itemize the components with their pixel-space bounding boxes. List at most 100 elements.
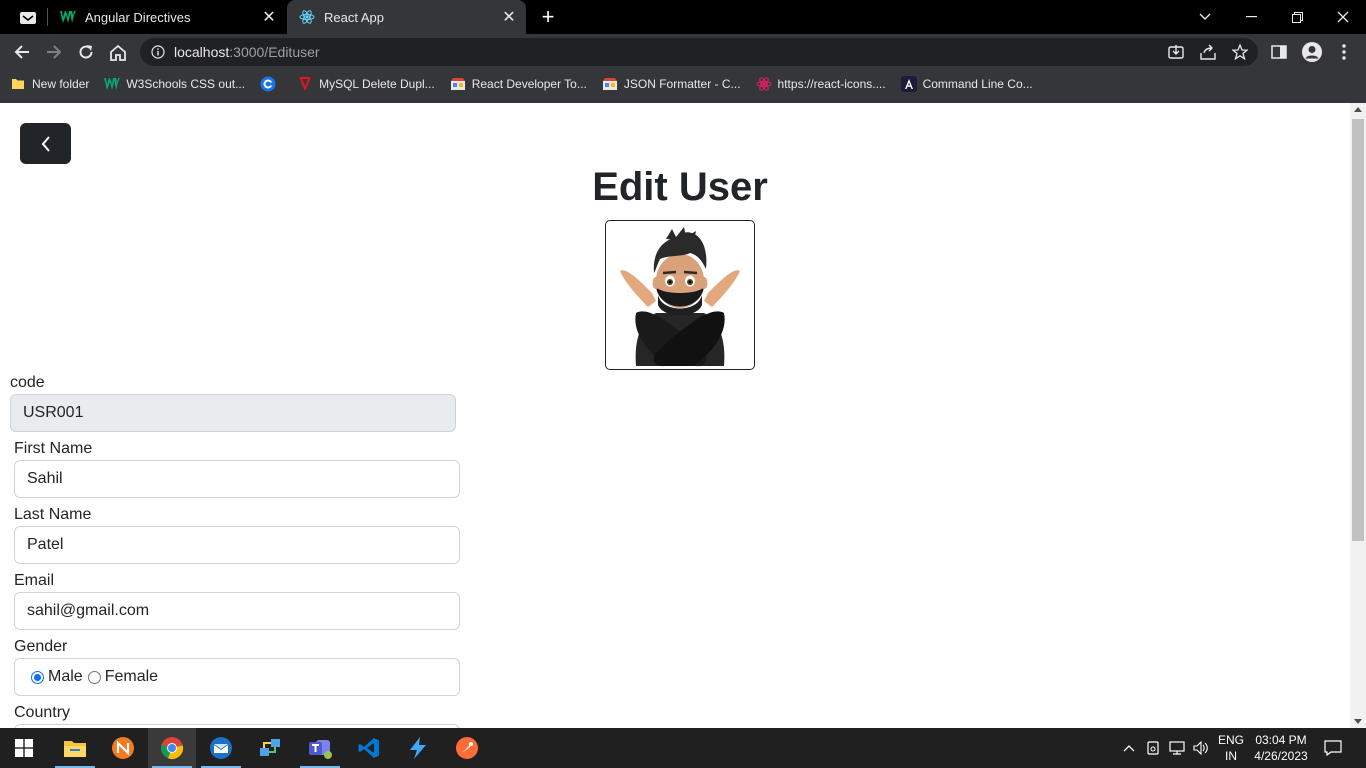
- tab-react-app[interactable]: React App ✕: [287, 0, 526, 34]
- install-app-button[interactable]: [1164, 40, 1188, 64]
- clock-date: 4/26/2023: [1254, 749, 1308, 763]
- bookmark-item[interactable]: https://react-icons....: [756, 76, 886, 92]
- tab-title: Angular Directives: [85, 9, 191, 25]
- star-icon: [1232, 44, 1248, 60]
- close-tab-icon[interactable]: ✕: [258, 6, 280, 28]
- home-button[interactable]: [104, 38, 132, 66]
- back-nav-button[interactable]: [8, 38, 36, 66]
- close-window-button[interactable]: [1320, 0, 1366, 34]
- clock[interactable]: 03:04 PM 4/26/2023: [1250, 732, 1312, 764]
- scrollbar-thumb[interactable]: [1352, 119, 1364, 541]
- bookmark-item[interactable]: Command Line Co...: [900, 76, 1033, 92]
- url-host: localhost: [174, 44, 230, 60]
- taskbar-app-n[interactable]: [99, 728, 147, 768]
- bookmark-label: W3Schools CSS out...: [126, 77, 246, 91]
- pinned-tab-icon: [20, 12, 36, 24]
- reload-button[interactable]: [72, 38, 100, 66]
- last-name-input[interactable]: Patel: [14, 526, 460, 564]
- bookmark-label: New folder: [32, 77, 90, 91]
- gender-female-radio[interactable]: [87, 670, 101, 684]
- lightning-icon: [410, 737, 426, 759]
- language-code: ENG: [1217, 733, 1244, 747]
- bookmark-item[interactable]: [260, 76, 282, 92]
- taskbar-network-app[interactable]: [246, 728, 294, 768]
- pinned-tab[interactable]: [10, 6, 46, 30]
- browser-toolbar: localhost:3000/Edituser: [0, 34, 1366, 70]
- folder-icon: [10, 76, 26, 92]
- bookmark-label: MySQL Delete Dupl...: [319, 77, 435, 91]
- email-input[interactable]: sahil@gmail.com: [14, 592, 460, 630]
- volume-icon: [1193, 741, 1208, 755]
- taskbar-lightning-app[interactable]: [394, 728, 442, 768]
- share-button[interactable]: [1196, 40, 1220, 64]
- arrow-right-icon: [47, 45, 62, 59]
- taskbar-vscode[interactable]: [345, 728, 393, 768]
- chrome-web-store-icon: [260, 76, 276, 92]
- page-title: Edit User: [592, 165, 768, 209]
- bookmark-item[interactable]: MySQL Delete Dupl...: [297, 76, 435, 92]
- taskbar-teams[interactable]: [296, 728, 344, 768]
- store-icon: [602, 76, 618, 92]
- mysql-tutorial-icon: [297, 76, 313, 92]
- first-name-input[interactable]: Sahil: [14, 460, 460, 498]
- gender-male-radio[interactable]: [31, 670, 44, 684]
- react-icon: [298, 8, 316, 26]
- restore-button[interactable]: [1274, 0, 1320, 34]
- gender-female-label[interactable]: Female: [105, 668, 158, 686]
- windows-logo-icon: [15, 739, 33, 757]
- avatar-image: [620, 227, 740, 367]
- forward-nav-button[interactable]: [40, 38, 68, 66]
- profile-button[interactable]: [1298, 38, 1326, 66]
- teams-icon: [309, 740, 332, 759]
- angular-cli-icon: [900, 76, 917, 92]
- w3schools-icon: [104, 76, 121, 92]
- bookmark-label: Command Line Co...: [922, 77, 1033, 91]
- profile-icon: [1302, 42, 1322, 62]
- taskbar-chrome[interactable]: [148, 728, 196, 768]
- scroll-up-arrow-icon[interactable]: [1354, 107, 1362, 112]
- tray-device-button[interactable]: [1142, 728, 1164, 768]
- address-bar[interactable]: localhost:3000/Edituser: [140, 38, 1258, 66]
- bookmark-item[interactable]: New folder: [10, 76, 89, 92]
- chrome-menu-button[interactable]: [1330, 38, 1358, 66]
- start-button[interactable]: [0, 728, 48, 768]
- taskbar-file-explorer[interactable]: [51, 728, 99, 768]
- taskbar-postman[interactable]: [443, 728, 491, 768]
- install-icon: [1168, 45, 1184, 59]
- side-panel-button[interactable]: [1265, 38, 1293, 66]
- show-hidden-icons-button[interactable]: [1118, 728, 1140, 768]
- scroll-down-arrow-icon[interactable]: [1354, 719, 1362, 724]
- vscode-icon: [358, 738, 379, 758]
- close-tab-icon[interactable]: ✕: [498, 6, 520, 28]
- taskbar-mail[interactable]: [197, 728, 245, 768]
- reload-icon: [79, 45, 93, 59]
- last-name-label: Last Name: [14, 506, 92, 523]
- back-button[interactable]: [20, 123, 71, 164]
- side-panel-icon: [1271, 45, 1287, 59]
- minimize-button[interactable]: [1228, 0, 1274, 34]
- email-label: Email: [14, 572, 55, 589]
- bookmarks-bar: New folder W3Schools CSS out... MySQL De…: [0, 70, 1366, 98]
- kebab-menu-icon: [1342, 44, 1346, 60]
- language-indicator[interactable]: ENG IN: [1214, 732, 1248, 764]
- postman-icon: [456, 737, 478, 759]
- notification-center-button[interactable]: [1316, 728, 1350, 768]
- tray-network-button[interactable]: [1166, 728, 1188, 768]
- page-scrollbar[interactable]: [1350, 103, 1366, 728]
- windows-taskbar: ENG IN 03:04 PM 4/26/2023: [0, 728, 1366, 768]
- bookmark-label: https://react-icons....: [777, 77, 886, 91]
- code-input[interactable]: USR001: [10, 394, 456, 432]
- tab-angular-directives[interactable]: Angular Directives ✕: [48, 0, 286, 34]
- clock-time: 03:04 PM: [1255, 733, 1307, 747]
- bookmark-star-button[interactable]: [1228, 40, 1252, 64]
- tray-volume-button[interactable]: [1190, 728, 1212, 768]
- new-tab-button[interactable]: +: [536, 4, 560, 29]
- tab-search-button[interactable]: [1182, 0, 1228, 34]
- url-text: localhost:3000/Edituser: [174, 44, 320, 60]
- mail-app-icon: [210, 737, 232, 759]
- bookmark-item[interactable]: JSON Formatter - C...: [602, 76, 741, 92]
- bookmark-item[interactable]: W3Schools CSS out...: [104, 76, 245, 92]
- bookmark-item[interactable]: React Developer To...: [450, 76, 587, 92]
- gender-male-label[interactable]: Male: [48, 668, 83, 686]
- site-info-icon[interactable]: [150, 44, 166, 60]
